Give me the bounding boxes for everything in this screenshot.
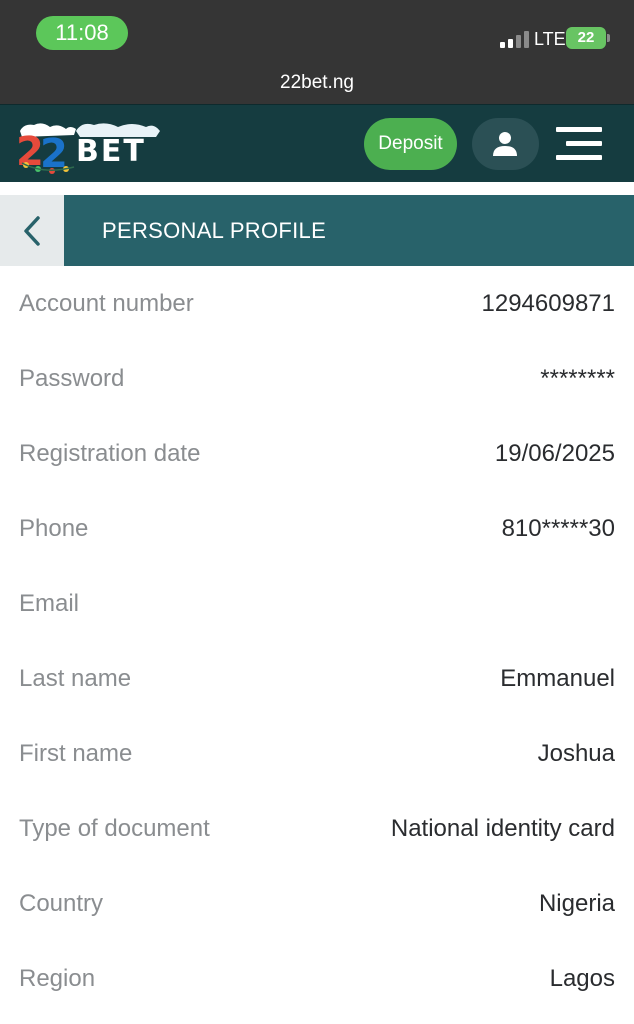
- row-label: Country: [19, 890, 104, 917]
- row-label: Phone: [19, 515, 89, 542]
- profile-row-email: Email: [0, 566, 634, 641]
- site-header: 2 2 BET Deposit: [0, 104, 634, 182]
- browser-url: 22bet.ng: [280, 72, 354, 93]
- chevron-left-icon: [24, 216, 40, 246]
- row-label: First name: [19, 740, 133, 767]
- row-value: Joshua: [537, 740, 615, 767]
- battery-icon: 22: [566, 27, 610, 49]
- row-label: Type of document: [19, 815, 210, 842]
- row-label: Last name: [19, 665, 132, 692]
- user-icon: [493, 132, 517, 156]
- profile-row-country: Country Nigeria: [0, 866, 634, 941]
- profile-row-account-number: Account number 1294609871: [0, 266, 634, 341]
- svg-text:BET: BET: [76, 134, 146, 169]
- deposit-button[interactable]: Deposit: [364, 118, 457, 170]
- row-label: Email: [19, 590, 80, 617]
- logo-22bet-icon: 2 2 BET: [16, 123, 160, 177]
- row-value: 1294609871: [481, 290, 615, 317]
- page-title: PERSONAL PROFILE: [102, 218, 327, 243]
- battery-level: 22: [577, 29, 595, 46]
- row-value: Nigeria: [538, 890, 615, 917]
- row-label: Account number: [19, 290, 194, 317]
- status-bar: 11:08 LTE 22: [0, 0, 634, 66]
- status-time: 11:08: [36, 16, 128, 50]
- network-type: LTE: [534, 29, 566, 49]
- row-value: 19/06/2025: [494, 440, 615, 467]
- row-label: Registration date: [19, 440, 201, 467]
- profile-row-phone: Phone 810*****30: [0, 491, 634, 566]
- profile-row-last-name: Last name Emmanuel: [0, 641, 634, 716]
- profile-details-list: Account number 1294609871 Password *****…: [0, 266, 634, 1016]
- hamburger-menu-icon[interactable]: [552, 123, 604, 165]
- signal-strength-icon: [500, 30, 530, 48]
- row-label: Password: [19, 365, 125, 392]
- row-value: Emmanuel: [500, 665, 615, 692]
- page-title-bar: PERSONAL PROFILE: [0, 195, 634, 266]
- back-button[interactable]: [0, 195, 64, 266]
- browser-url-bar[interactable]: 22bet.ng: [0, 66, 634, 104]
- profile-button[interactable]: [472, 118, 539, 170]
- row-value: 810*****30: [501, 515, 615, 542]
- profile-row-document-type: Type of document National identity card: [0, 791, 634, 866]
- profile-row-registration-date: Registration date 19/06/2025: [0, 416, 634, 491]
- site-logo[interactable]: 2 2 BET: [14, 115, 164, 177]
- profile-row-first-name: First name Joshua: [0, 716, 634, 791]
- row-value: ********: [540, 365, 615, 392]
- profile-row-region: Region Lagos: [0, 941, 634, 1016]
- row-value: Lagos: [549, 965, 615, 992]
- row-value: National identity card: [390, 815, 615, 842]
- row-label: Region: [19, 965, 96, 992]
- profile-row-password: Password ********: [0, 341, 634, 416]
